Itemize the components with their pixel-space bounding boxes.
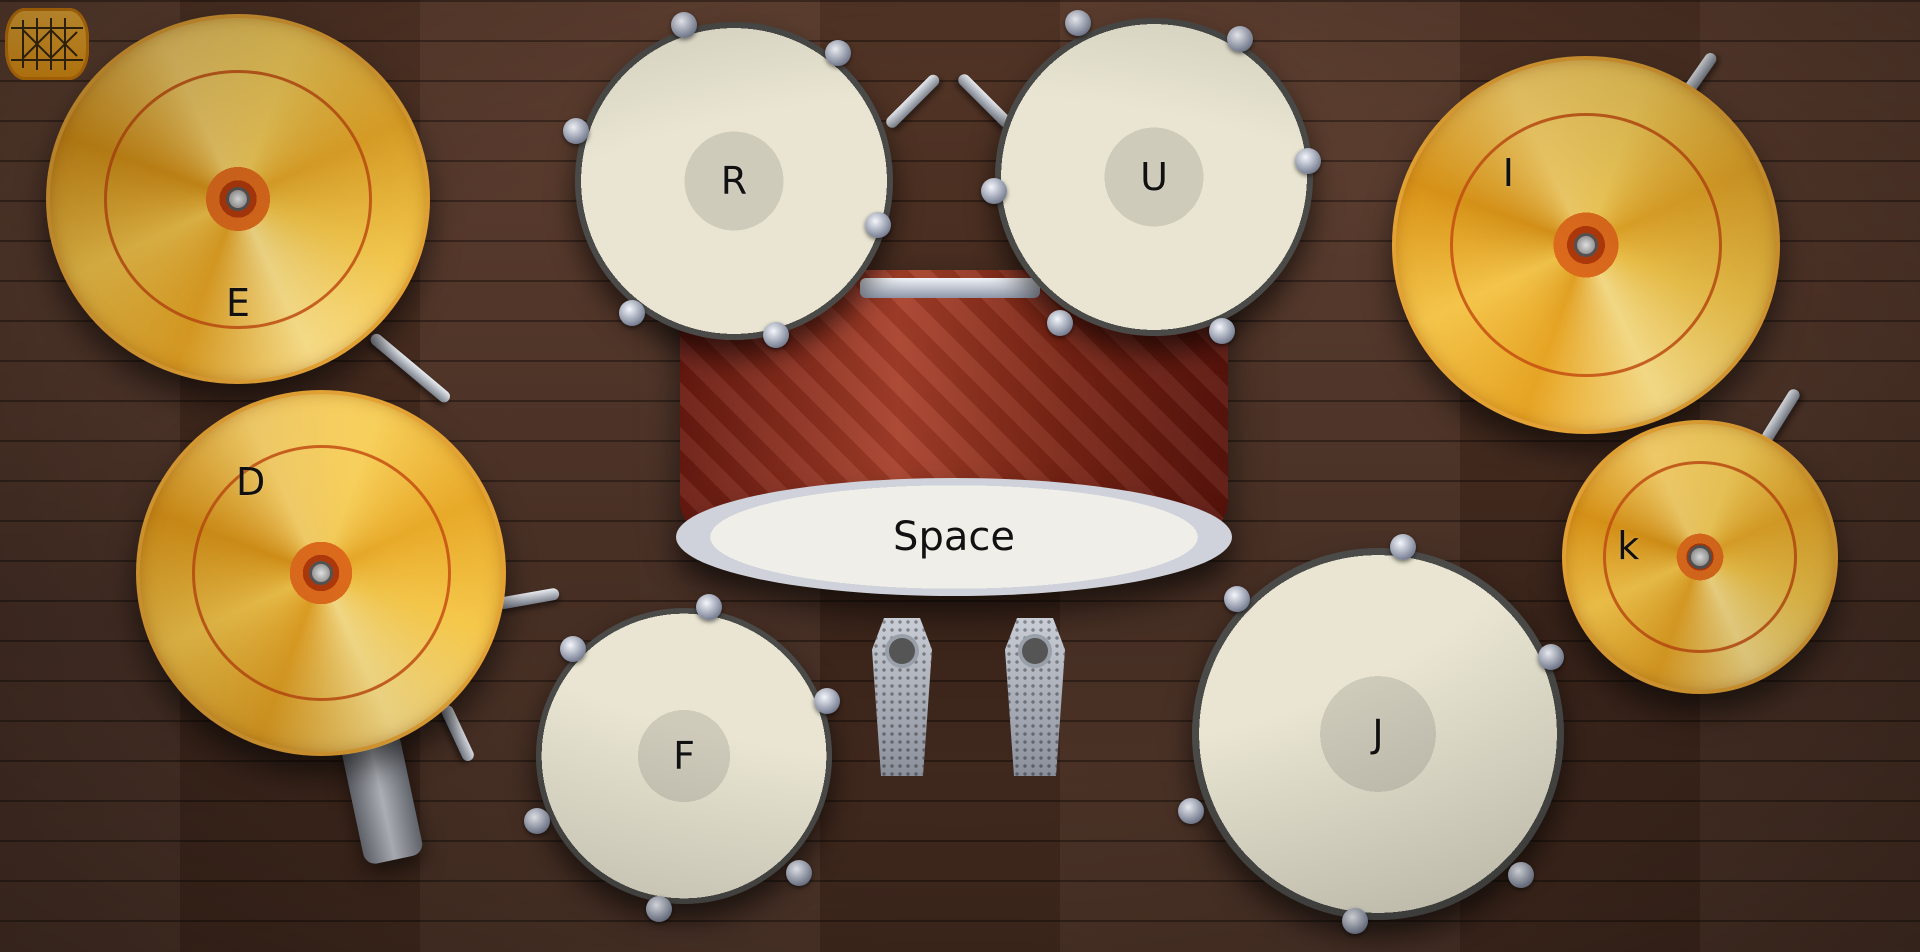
- bass-drum-pad[interactable]: Space: [676, 478, 1232, 596]
- drum-lug: [786, 860, 812, 886]
- drum-lug: [763, 322, 789, 348]
- drum-lug: [1342, 908, 1368, 934]
- drum-lug: [1224, 586, 1250, 612]
- drum-lug: [1390, 534, 1416, 560]
- high-tom-right-pad[interactable]: U: [981, 10, 1321, 344]
- drum-lug: [1065, 10, 1091, 36]
- hihat-key-label: D: [236, 459, 266, 504]
- drum-lug: [814, 688, 840, 714]
- bass-drum-key-label: Space: [893, 514, 1015, 560]
- splash-cymbal-pad[interactable]: k: [1562, 420, 1838, 694]
- hihat-cymbal-pad[interactable]: D: [136, 390, 506, 756]
- high-tom-left-key-label: R: [720, 159, 748, 203]
- floor-tom-right-pad[interactable]: J: [1178, 534, 1564, 934]
- drum-lug: [696, 594, 722, 620]
- floor-tom-left-pad[interactable]: F: [524, 594, 840, 922]
- bass-pedal-left[interactable]: [872, 618, 932, 776]
- drum-lug: [1047, 310, 1073, 336]
- drum-lug: [1295, 148, 1321, 174]
- drum-icon: [11, 18, 83, 70]
- drum-lug: [646, 896, 672, 922]
- floor-tom-right-key-label: J: [1372, 712, 1384, 756]
- drum-lug: [1538, 644, 1564, 670]
- drum-lug: [1508, 862, 1534, 888]
- ride-cymbal-pad[interactable]: I: [1392, 56, 1780, 434]
- drum-lug: [1178, 798, 1204, 824]
- drum-lug: [619, 300, 645, 326]
- bass-drum-band: [860, 278, 1040, 298]
- drum-lug: [563, 118, 589, 144]
- bass-pedal-right[interactable]: [1005, 618, 1065, 776]
- drum-lug: [865, 212, 891, 238]
- high-tom-right-key-label: U: [1140, 155, 1168, 199]
- crash-cymbal-left-key-label: E: [225, 280, 251, 325]
- splash-cymbal-key-label: k: [1617, 524, 1640, 569]
- drum-lug: [825, 40, 851, 66]
- drum-lug: [560, 636, 586, 662]
- high-tom-left-pad[interactable]: R: [563, 12, 893, 348]
- drum-lug: [981, 178, 1007, 204]
- floor-tom-left-key-label: F: [673, 734, 695, 778]
- drum-lug: [671, 12, 697, 38]
- drum-logo[interactable]: [5, 8, 89, 80]
- ride-cymbal-key-label: I: [1502, 151, 1514, 196]
- crash-cymbal-left-pad[interactable]: E: [46, 14, 430, 384]
- drum-lug: [1209, 318, 1235, 344]
- drum-lug: [524, 808, 550, 834]
- drum-lug: [1227, 26, 1253, 52]
